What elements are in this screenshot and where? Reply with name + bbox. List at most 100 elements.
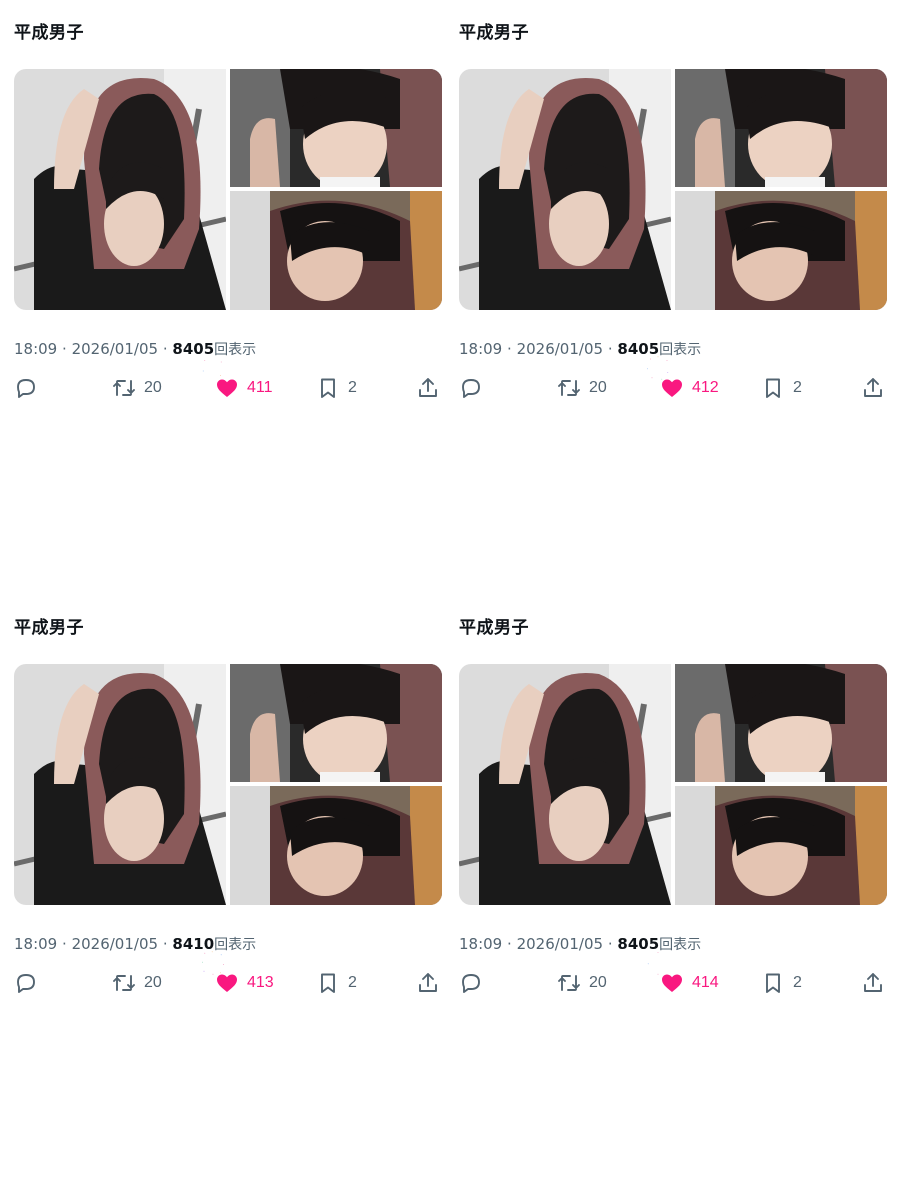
bookmark-button[interactable]: 2 xyxy=(761,969,802,997)
media-grid xyxy=(459,664,887,905)
like-count: 411 xyxy=(247,379,273,396)
bookmark-button[interactable]: 2 xyxy=(316,969,357,997)
views-count: 8405 xyxy=(617,935,660,953)
retweet-button[interactable]: 20 xyxy=(112,969,162,997)
bookmark-count: 2 xyxy=(348,379,357,396)
media-grid xyxy=(459,69,887,310)
like-button[interactable]: 413 xyxy=(202,951,274,997)
tweet-date[interactable]: 2026/01/05 xyxy=(72,935,158,953)
meta-separator: · xyxy=(162,340,168,358)
action-bar: 20 413 2 xyxy=(14,951,444,997)
heart-icon xyxy=(217,974,237,992)
like-button[interactable]: 412 xyxy=(647,356,719,402)
retweet-icon xyxy=(113,380,135,396)
bookmark-count: 2 xyxy=(348,974,357,991)
retweet-icon xyxy=(113,975,135,991)
share-icon xyxy=(864,973,882,992)
meta-separator: · xyxy=(62,935,67,953)
tweet-date[interactable]: 2026/01/05 xyxy=(72,340,158,358)
meta-separator: · xyxy=(607,935,613,953)
meta-separator: · xyxy=(162,935,168,953)
reply-button[interactable] xyxy=(14,374,38,402)
share-icon xyxy=(419,973,437,992)
tweet-time[interactable]: 18:09 xyxy=(459,340,502,358)
photo-top-right[interactable] xyxy=(230,664,442,782)
tweet-card: 平成男子 xyxy=(14,16,444,436)
share-icon xyxy=(419,378,437,397)
media-grid xyxy=(14,69,442,310)
photo-bottom-right[interactable] xyxy=(675,191,887,310)
bookmark-icon xyxy=(321,973,335,993)
meta-separator: · xyxy=(507,340,512,358)
tweet-date[interactable]: 2026/01/05 xyxy=(517,340,603,358)
photo-main[interactable] xyxy=(14,69,226,310)
author-name[interactable]: 平成男子 xyxy=(459,613,529,638)
bookmark-button[interactable]: 2 xyxy=(761,374,802,402)
share-button[interactable] xyxy=(861,374,885,402)
photo-main[interactable] xyxy=(459,69,671,310)
tweet-time[interactable]: 18:09 xyxy=(14,935,57,953)
author-name[interactable]: 平成男子 xyxy=(459,18,529,43)
views-count: 8410 xyxy=(172,935,215,953)
share-button[interactable] xyxy=(416,374,440,402)
views-label: 回表示 xyxy=(659,342,702,358)
action-bar: 20 414 2 xyxy=(459,952,889,997)
retweet-icon xyxy=(558,380,580,396)
photo-top-right[interactable] xyxy=(230,69,442,187)
reply-icon xyxy=(462,379,480,398)
views-label: 回表示 xyxy=(214,342,257,358)
tweet-date[interactable]: 2026/01/05 xyxy=(517,935,603,953)
reply-button[interactable] xyxy=(459,969,483,997)
photo-main[interactable] xyxy=(14,664,226,905)
author-name[interactable]: 平成男子 xyxy=(14,18,84,43)
tweet-time[interactable]: 18:09 xyxy=(459,935,502,953)
retweet-count: 20 xyxy=(589,974,607,991)
views-label: 回表示 xyxy=(659,937,702,953)
retweet-button[interactable]: 20 xyxy=(112,374,162,402)
meta-separator: · xyxy=(62,340,67,358)
bookmark-button[interactable]: 2 xyxy=(316,374,357,402)
reply-icon xyxy=(17,379,35,398)
photo-top-right[interactable] xyxy=(675,69,887,187)
like-count: 413 xyxy=(247,974,274,991)
media-grid xyxy=(14,664,442,905)
bookmark-count: 2 xyxy=(793,974,802,991)
share-button[interactable] xyxy=(416,969,440,997)
tweet-card: 平成男子 xyxy=(14,611,444,1031)
heart-icon xyxy=(662,379,682,397)
reply-icon xyxy=(17,974,35,993)
share-button[interactable] xyxy=(861,969,885,997)
tweet-metadata: 18:09 · 2026/01/05 · 8405回表示 xyxy=(14,339,256,359)
meta-separator: · xyxy=(607,340,613,358)
like-button[interactable]: 414 xyxy=(647,952,719,997)
photo-bottom-right[interactable] xyxy=(675,786,887,905)
views-label: 回表示 xyxy=(214,937,257,953)
bookmark-icon xyxy=(766,973,780,993)
photo-bottom-right[interactable] xyxy=(230,191,442,310)
heart-icon xyxy=(662,974,682,992)
author-name[interactable]: 平成男子 xyxy=(14,613,84,638)
tweet-card: 平成男子 xyxy=(459,611,889,1031)
bookmark-icon xyxy=(766,378,780,398)
views-count: 8405 xyxy=(617,340,660,358)
tweet-metadata: 18:09 · 2026/01/05 · 8405回表示 xyxy=(459,339,701,359)
bookmark-icon xyxy=(321,378,335,398)
photo-bottom-right[interactable] xyxy=(230,786,442,905)
photo-top-right[interactable] xyxy=(675,664,887,782)
tweet-time[interactable]: 18:09 xyxy=(14,340,57,358)
like-count: 412 xyxy=(692,379,719,396)
retweet-button[interactable]: 20 xyxy=(557,969,607,997)
reply-button[interactable] xyxy=(14,969,38,997)
photo-main[interactable] xyxy=(459,664,671,905)
bookmark-count: 2 xyxy=(793,379,802,396)
retweet-count: 20 xyxy=(144,974,162,991)
action-bar: 20 412 2 xyxy=(459,356,889,402)
tweet-card: 平成男子 xyxy=(459,16,889,436)
reply-button[interactable] xyxy=(459,374,483,402)
reply-icon xyxy=(462,974,480,993)
like-button[interactable]: 411 xyxy=(202,360,273,402)
like-count: 414 xyxy=(692,974,719,991)
heart-icon xyxy=(217,379,237,397)
tweet-metadata: 18:09 · 2026/01/05 · 8405回表示 xyxy=(459,934,701,954)
retweet-button[interactable]: 20 xyxy=(557,374,607,402)
